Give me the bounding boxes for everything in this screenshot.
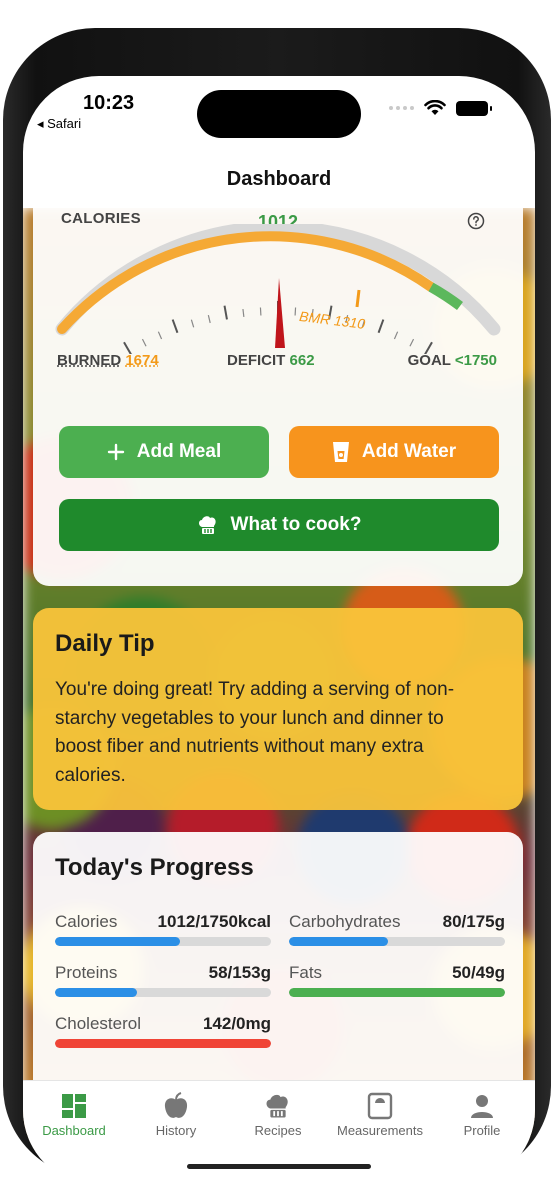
bmr-marker <box>355 289 361 308</box>
gauge-tick <box>377 319 385 334</box>
home-indicator[interactable] <box>187 1164 371 1169</box>
burned-stat[interactable]: BURNED 1674 <box>57 352 159 369</box>
battery-icon <box>456 100 492 116</box>
dynamic-island <box>197 90 361 138</box>
water-glass-icon <box>332 442 349 462</box>
progress-carbohydrates: Carbohydrates 80/175g <box>289 912 505 946</box>
progress-value: 1012/1750kcal <box>157 912 271 931</box>
tip-text: You're doing great! Try adding a serving… <box>55 679 455 786</box>
progress-bar <box>289 937 505 946</box>
gauge-tick <box>157 331 163 340</box>
progress-label: Proteins <box>55 963 118 982</box>
progress-bar-fill <box>55 988 138 997</box>
progress-value: 142/0mg <box>202 1014 271 1033</box>
burned-label: BURNED <box>57 352 122 369</box>
progress-bar-fill <box>289 937 389 946</box>
screen: 10:23 ◂ Safari Dashboard CALORIES 1012 B… <box>23 76 535 1186</box>
status-time: 10:23 <box>83 92 135 114</box>
gauge-tick <box>242 308 245 318</box>
progress-value: 80/175g <box>442 912 505 931</box>
progress-label: Calories <box>55 912 118 931</box>
tip-title: Daily Tip <box>55 630 155 657</box>
tab-label: Dashboard <box>42 1123 106 1138</box>
gauge-tick <box>207 315 211 324</box>
goal-label: GOAL <box>407 352 451 369</box>
person-icon <box>471 1095 493 1118</box>
scale-icon <box>367 1092 393 1120</box>
tab-measurements[interactable]: Measurements <box>329 1089 431 1138</box>
deficit-stat: DEFICIT 662 <box>227 352 315 369</box>
progress-cholesterol: Cholesterol 142/0mg <box>55 1014 271 1048</box>
apple-icon <box>164 1092 188 1118</box>
signal-icon <box>389 106 414 110</box>
chef-hat-icon <box>198 516 216 534</box>
bmr-label: BMR 1310 <box>298 308 366 332</box>
tab-label: Recipes <box>254 1123 302 1138</box>
progress-bar <box>55 1039 271 1048</box>
chef-hat-icon <box>266 1094 288 1118</box>
add-meal-button[interactable]: Add Meal <box>59 426 269 478</box>
burned-value: 1674 <box>125 352 159 369</box>
gauge-tick <box>393 331 399 340</box>
plus-icon <box>107 443 124 461</box>
progress-title: Today's Progress <box>55 854 254 881</box>
progress-bar <box>289 988 505 997</box>
progress-label: Cholesterol <box>55 1014 141 1033</box>
gauge-tick <box>223 305 228 320</box>
progress-bar <box>55 937 271 946</box>
goal-value: <1750 <box>454 352 497 369</box>
progress-value: 58/153g <box>208 963 271 982</box>
deficit-label: DEFICIT <box>227 352 286 369</box>
what-to-cook-button[interactable]: What to cook? <box>59 499 499 551</box>
status-icons <box>389 100 492 116</box>
progress-label: Fats <box>289 963 323 982</box>
deficit-value: 662 <box>289 352 315 369</box>
todays-progress-card: Today's Progress Calories 1012/1750kcal C… <box>33 832 523 1112</box>
gauge-tick <box>141 338 147 347</box>
progress-value: 50/49g <box>452 963 505 982</box>
goal-stat: GOAL <1750 <box>408 352 497 369</box>
gauge-needle <box>275 278 285 348</box>
progress-calories: Calories 1012/1750kcal <box>55 912 271 946</box>
progress-bar-fill <box>55 1039 271 1048</box>
daily-tip-card: Daily Tip You're doing great! Try adding… <box>33 608 523 810</box>
back-to-safari-link[interactable]: ◂ Safari <box>37 116 81 132</box>
tab-bar: Dashboard History Recipes Measurements P… <box>23 1080 535 1186</box>
progress-fats: Fats 50/49g <box>289 963 505 997</box>
progress-bar <box>55 988 271 997</box>
calories-card: CALORIES 1012 BMR 1310 BURNED 1674 DEFIC… <box>33 188 523 586</box>
wifi-icon <box>424 100 446 115</box>
tab-history[interactable]: History <box>125 1089 227 1138</box>
tab-recipes[interactable]: Recipes <box>227 1089 329 1138</box>
add-meal-label: Add Meal <box>136 441 222 462</box>
tab-label: Profile <box>463 1123 501 1138</box>
gauge-tick <box>409 338 415 347</box>
progress-bar-fill <box>289 988 505 997</box>
calorie-gauge: BMR 1310 <box>55 224 501 354</box>
gauge-tick <box>171 319 179 334</box>
tab-profile[interactable]: Profile <box>431 1089 533 1138</box>
add-water-button[interactable]: Add Water <box>289 426 499 478</box>
tab-label: History <box>155 1123 197 1138</box>
tab-label: Measurements <box>337 1123 423 1138</box>
add-water-label: Add Water <box>361 441 457 462</box>
what-to-cook-label: What to cook? <box>230 514 362 535</box>
phone-frame: 10:23 ◂ Safari Dashboard CALORIES 1012 B… <box>3 28 551 1186</box>
progress-label: Carbohydrates <box>289 912 401 931</box>
tab-dashboard[interactable]: Dashboard <box>23 1089 125 1138</box>
progress-proteins: Proteins 58/153g <box>55 963 271 997</box>
gauge-tick <box>190 319 195 328</box>
dashboard-icon <box>62 1094 86 1118</box>
progress-bar-fill <box>55 937 181 946</box>
